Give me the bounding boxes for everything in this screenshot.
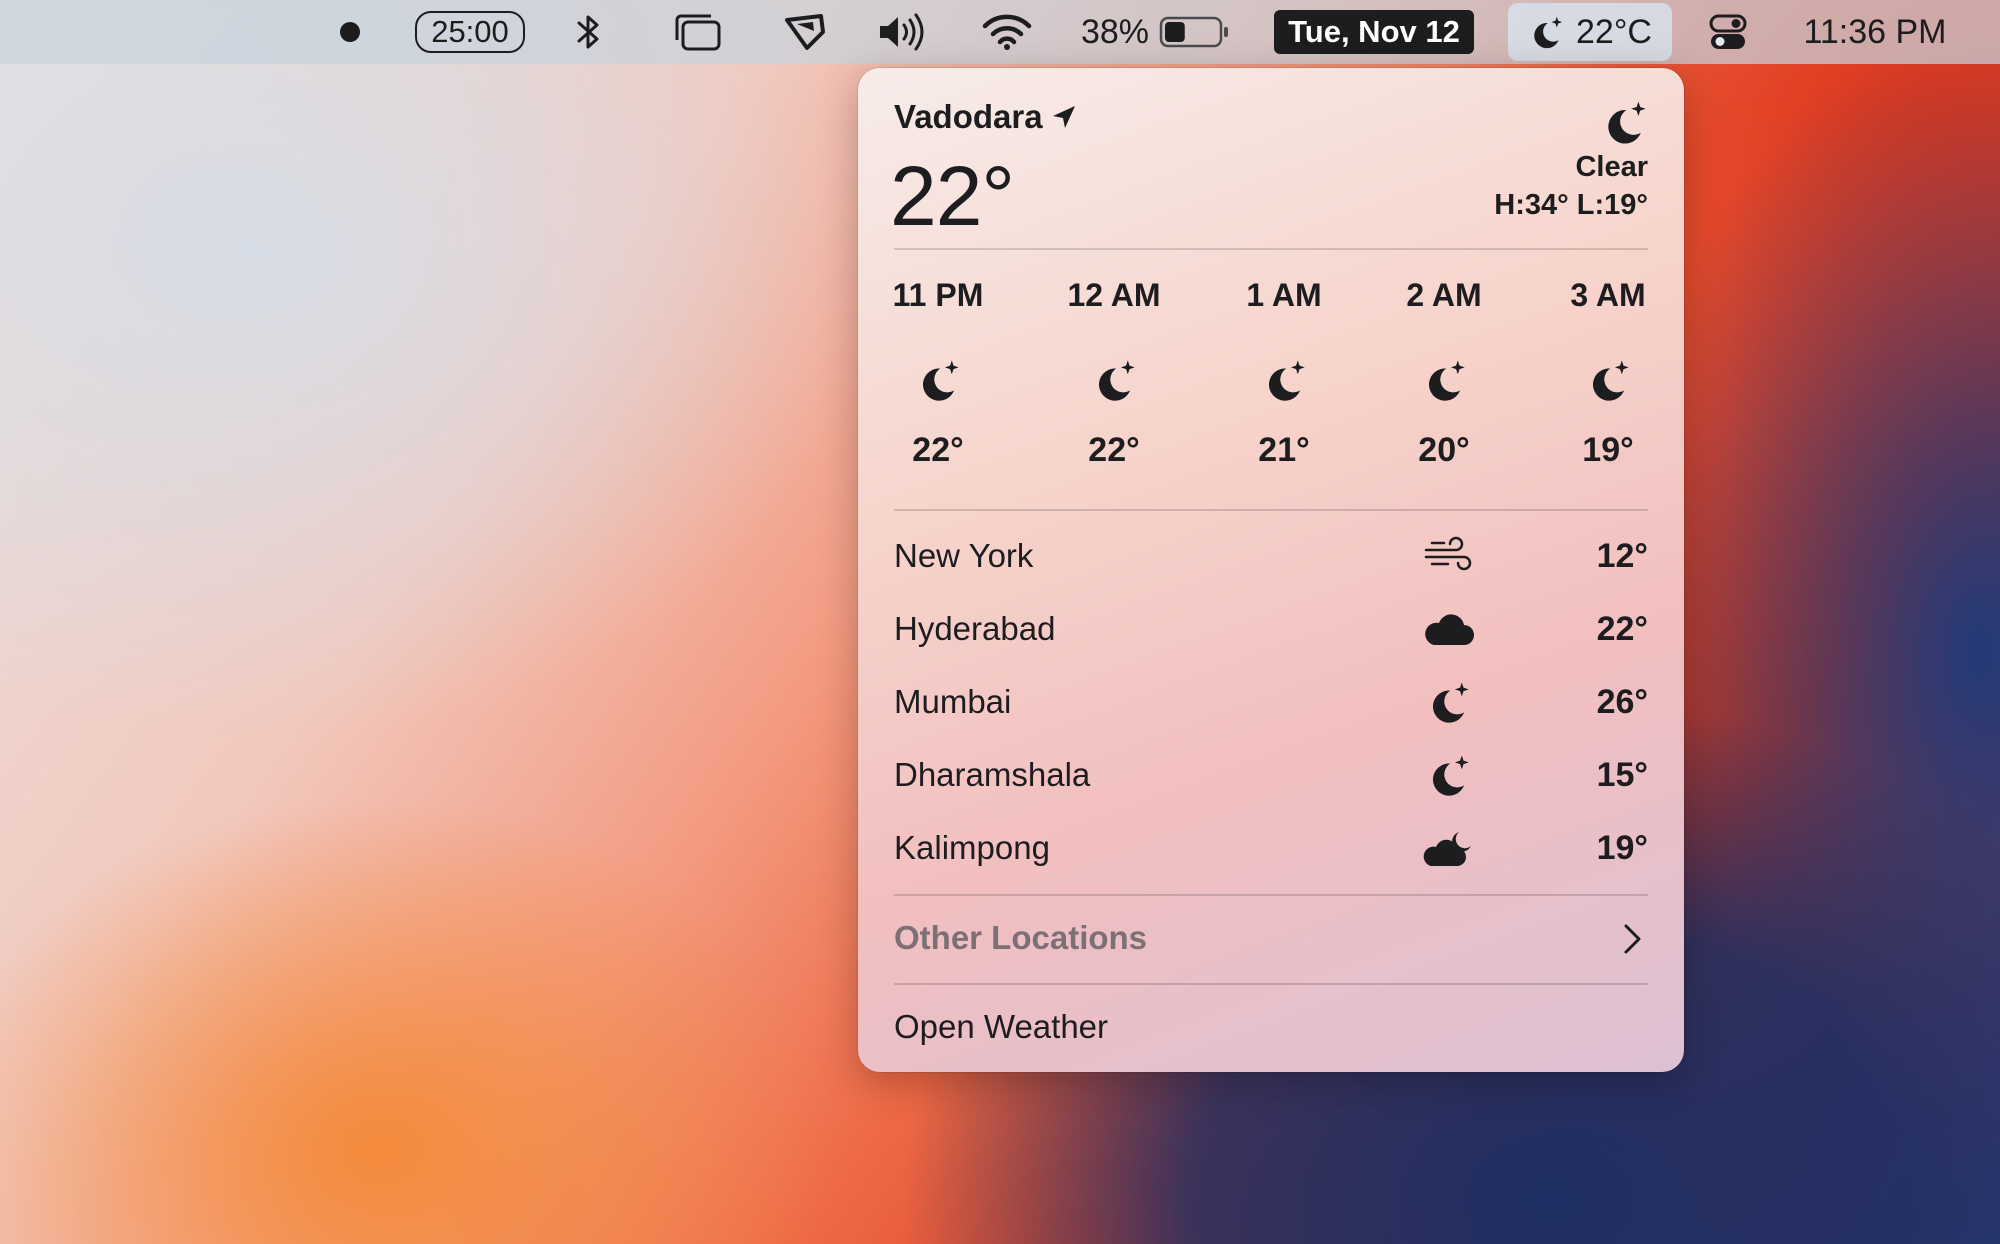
city-row-kalimpong[interactable]: Kalimpong 19° xyxy=(894,818,1648,878)
city-name: New York xyxy=(894,537,1034,574)
open-weather-label: Open Weather xyxy=(894,1008,1109,1045)
moon-star-icon xyxy=(863,335,1013,425)
other-locations-item[interactable]: Other Locations xyxy=(894,903,1648,973)
city-temp: 26° xyxy=(1596,682,1648,721)
divider xyxy=(894,894,1648,896)
hour-time: 2 AM xyxy=(1406,277,1482,313)
hour-column: 11 PM 22° xyxy=(863,273,1013,470)
hour-time: 11 PM xyxy=(892,277,984,313)
volume-icon[interactable] xyxy=(876,0,932,64)
hour-temp: 22° xyxy=(1088,431,1140,469)
city-row-mumbai[interactable]: Mumbai 26° xyxy=(894,672,1648,732)
location-name: Vadodara xyxy=(894,98,1043,135)
current-temperature: 22° xyxy=(890,149,1015,243)
moon-star-icon xyxy=(1039,335,1189,425)
divider xyxy=(894,248,1648,250)
moon-star-icon xyxy=(1528,12,1564,52)
battery-icon xyxy=(1159,16,1229,48)
open-weather-item[interactable]: Open Weather xyxy=(894,992,1648,1062)
city-temp: 19° xyxy=(1596,828,1648,867)
weather-menu-button[interactable]: 22°C xyxy=(1494,0,1686,64)
hour-column: 12 AM 22° xyxy=(1039,273,1189,470)
wind-icon xyxy=(1418,534,1478,578)
hour-time: 12 AM xyxy=(1067,277,1161,313)
timer-label: 25:00 xyxy=(415,11,525,53)
hour-column: 1 AM 21° xyxy=(1209,273,1359,470)
hour-time: 1 AM xyxy=(1246,277,1322,313)
hour-column: 3 AM 19° xyxy=(1533,273,1683,470)
bluetooth-icon[interactable] xyxy=(568,0,608,64)
city-row-dharamshala[interactable]: Dharamshala 15° xyxy=(894,745,1648,805)
current-location[interactable]: Vadodara xyxy=(894,98,1077,136)
divider xyxy=(894,509,1648,511)
cloud-icon xyxy=(1418,609,1478,649)
shield-app-icon[interactable] xyxy=(782,0,830,64)
city-name: Mumbai xyxy=(894,683,1012,720)
control-center-icon[interactable] xyxy=(1706,0,1750,64)
hour-temp: 22° xyxy=(912,431,964,469)
date-label: Tue, Nov 12 xyxy=(1274,10,1474,54)
chevron-right-icon xyxy=(1620,923,1644,955)
city-temp: 15° xyxy=(1596,755,1648,794)
city-row-new-york[interactable]: New York 12° xyxy=(894,526,1648,586)
weather-temp-label: 22°C xyxy=(1576,12,1652,51)
hour-temp: 19° xyxy=(1582,431,1634,469)
divider xyxy=(894,983,1648,985)
record-dot-icon[interactable] xyxy=(330,0,370,64)
moon-star-icon xyxy=(1209,335,1359,425)
moon-star-icon xyxy=(1418,679,1478,725)
moon-star-icon xyxy=(1418,752,1478,798)
date-button[interactable]: Tue, Nov 12 xyxy=(1272,0,1476,64)
other-locations-label: Other Locations xyxy=(894,919,1148,956)
condition-label: Clear xyxy=(1575,151,1648,183)
city-row-hyderabad[interactable]: Hyderabad 22° xyxy=(894,599,1648,659)
cloud-moon-icon xyxy=(1418,826,1478,870)
battery-percent: 38% xyxy=(1080,12,1150,51)
weather-dropdown: Vadodara 22° Clear H:34° L:19° 11 PM 22°… xyxy=(858,68,1684,1072)
moon-star-icon xyxy=(1533,335,1683,425)
timer-button[interactable]: 25:00 xyxy=(410,0,530,64)
location-arrow-icon xyxy=(1051,104,1077,130)
moon-star-icon xyxy=(1494,98,1648,146)
moon-star-icon xyxy=(1369,335,1519,425)
window-switcher-icon[interactable] xyxy=(670,0,726,64)
city-name: Hyderabad xyxy=(894,610,1056,647)
menu-bar: 25:00 38% Tue, Nov 12 22°C 11:36 PM xyxy=(0,0,2000,64)
hour-temp: 21° xyxy=(1258,431,1310,469)
clock[interactable]: 11:36 PM xyxy=(1790,0,1960,64)
city-name: Kalimpong xyxy=(894,829,1050,866)
city-temp: 22° xyxy=(1596,609,1648,648)
battery-status[interactable]: 38% xyxy=(1076,0,1236,64)
high-low-label: H:34° L:19° xyxy=(1494,189,1648,221)
hour-temp: 20° xyxy=(1418,431,1470,469)
wifi-icon[interactable] xyxy=(982,0,1032,64)
city-name: Dharamshala xyxy=(894,756,1091,793)
hour-time: 3 AM xyxy=(1570,277,1646,313)
clock-label: 11:36 PM xyxy=(1803,12,1947,51)
condition-block: Clear H:34° L:19° xyxy=(1494,98,1648,224)
city-temp: 12° xyxy=(1596,536,1648,575)
hour-column: 2 AM 20° xyxy=(1369,273,1519,470)
